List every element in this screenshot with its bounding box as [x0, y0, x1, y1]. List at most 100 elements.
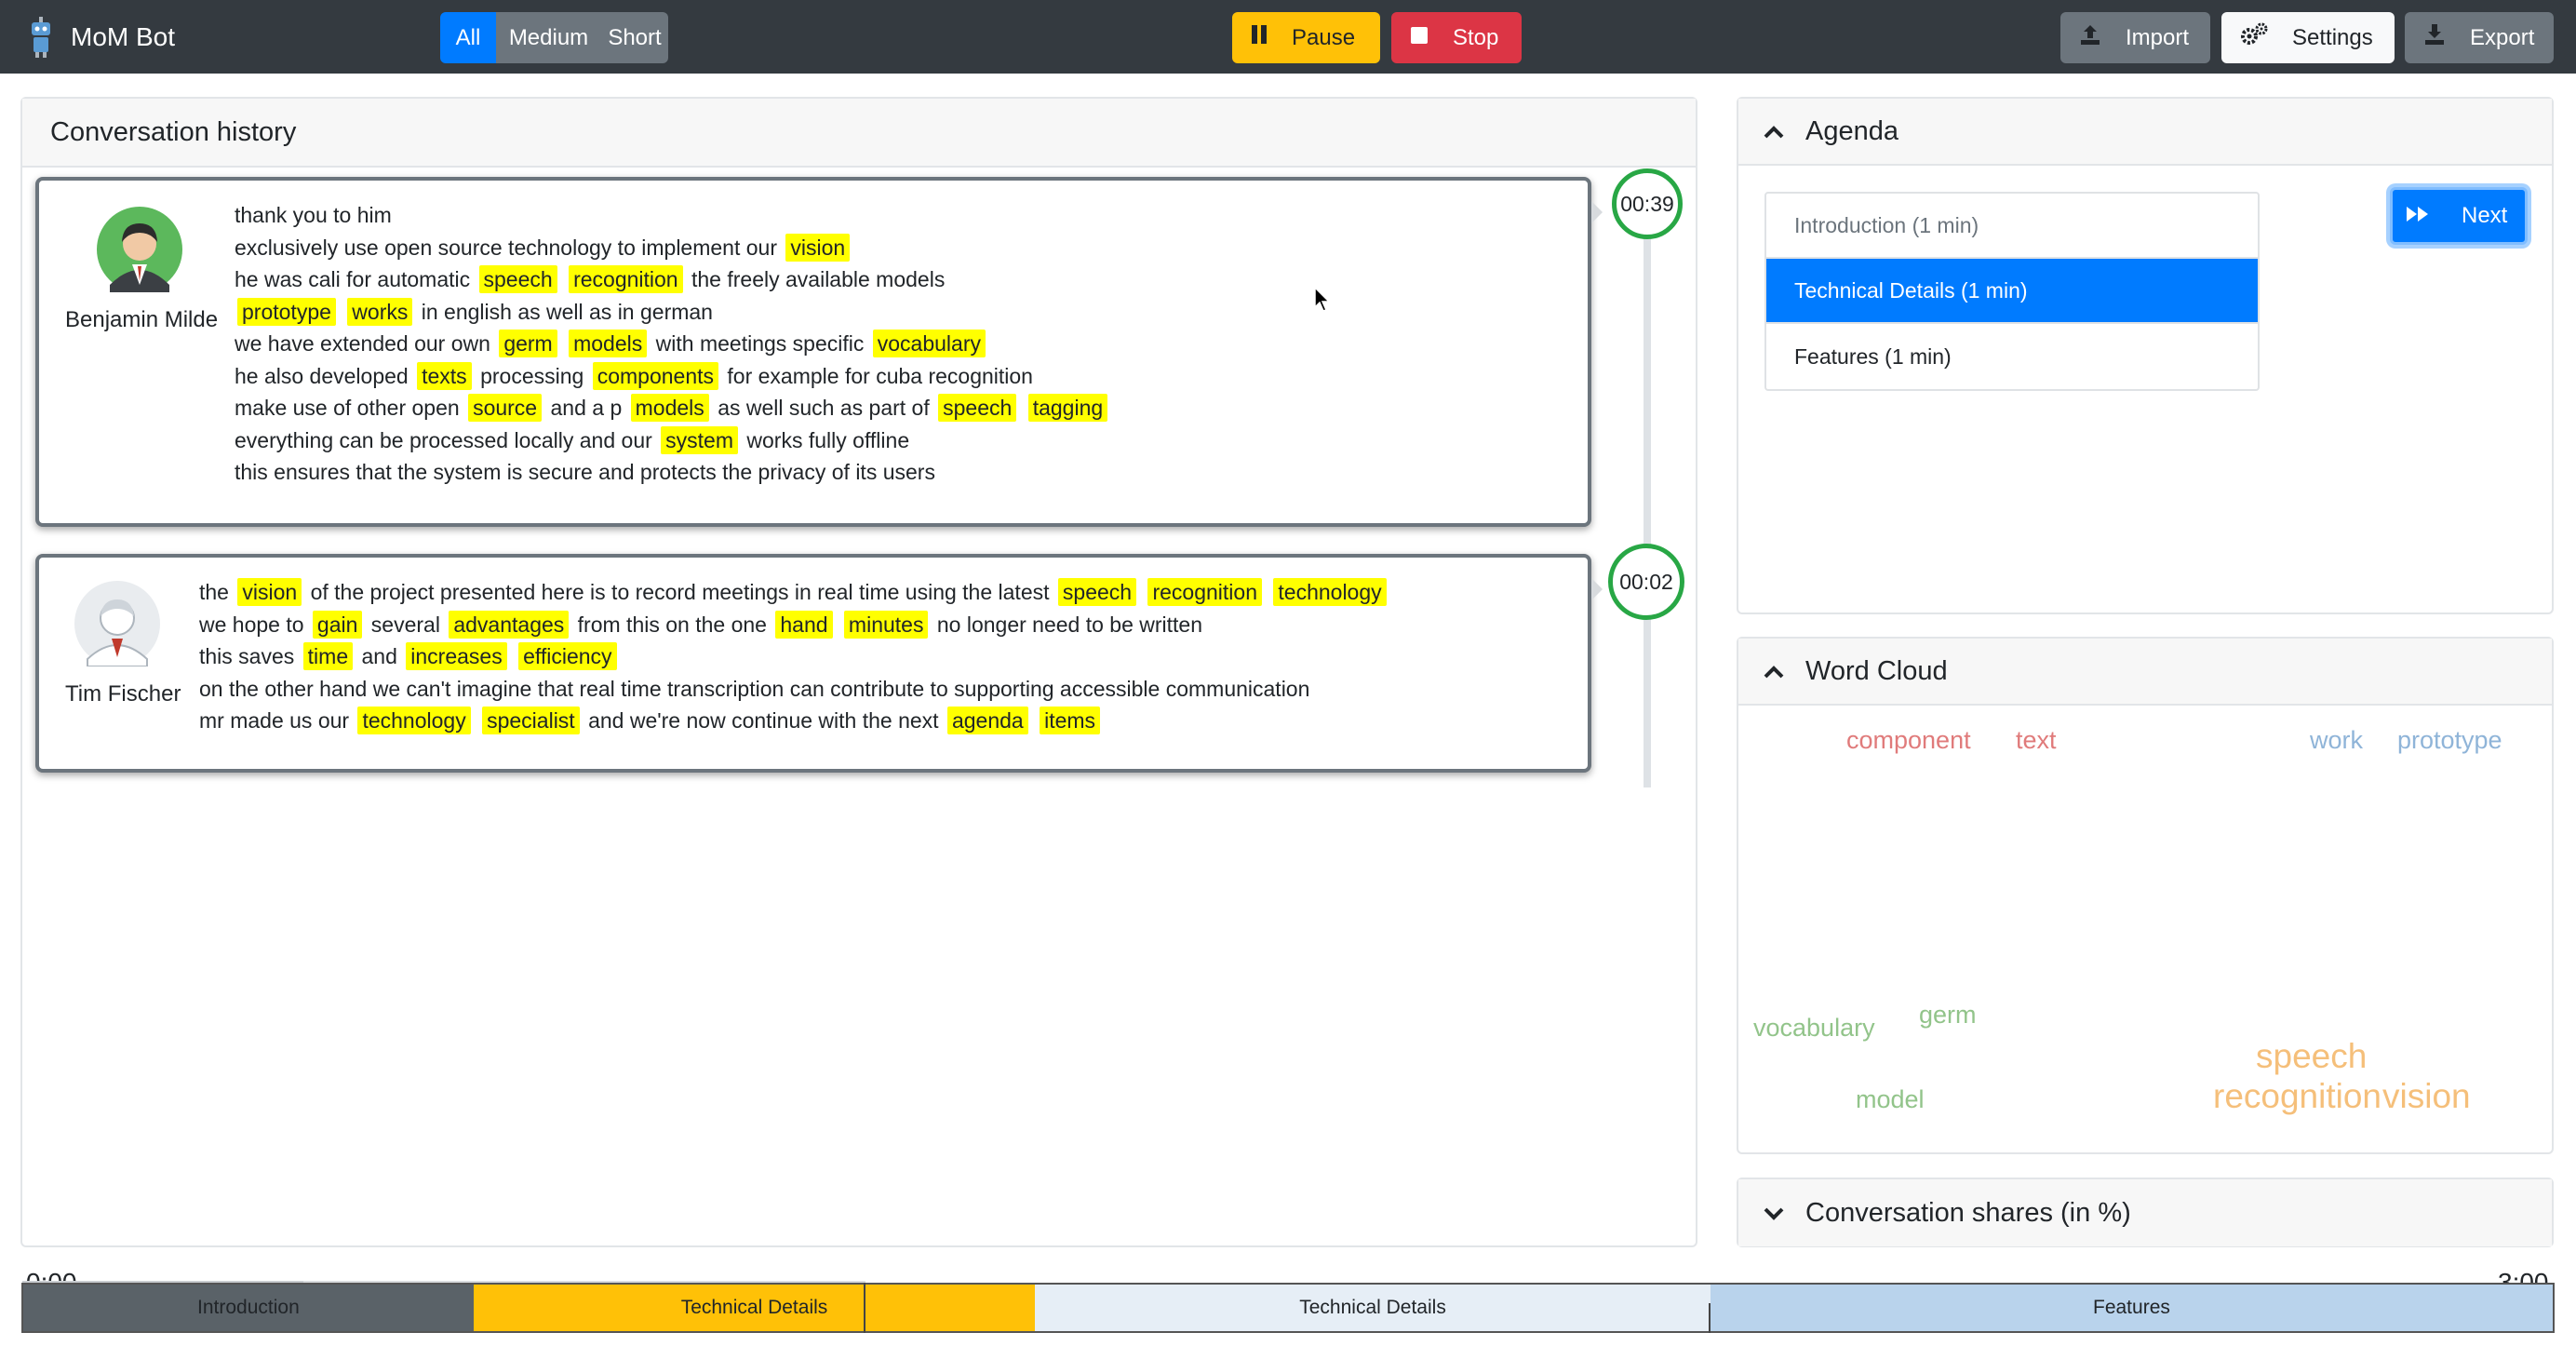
message-line: we have extended our own germ models wit…: [235, 328, 1110, 360]
message-line: he was cali for automatic speech recogni…: [235, 263, 1110, 296]
message-line: mr made us our technology specialist and…: [199, 705, 1389, 737]
speaker-name: Benjamin Milde: [65, 307, 219, 332]
conversation-shares-header[interactable]: Conversation shares (in %): [1738, 1179, 2552, 1246]
stop-button[interactable]: Stop: [1391, 12, 1522, 63]
message-text-fragment: no longer need to be written: [936, 612, 1203, 637]
filter-short-button[interactable]: Short: [601, 12, 668, 63]
word-cloud-word[interactable]: component: [1846, 726, 1971, 755]
keyword-highlight: prototype: [237, 297, 336, 326]
message-text-fragment: of the project presented here is to reco…: [310, 580, 1050, 604]
agenda-item-features[interactable]: Features (1 min): [1766, 324, 2258, 389]
keyword-highlight: speech: [478, 265, 557, 293]
message-text-fragment: works fully offline: [746, 427, 910, 452]
message-text-fragment: we have extended our own: [235, 331, 490, 356]
keyword-highlight: recognition: [569, 265, 683, 293]
keyword-highlight: agenda: [946, 707, 1028, 734]
timeline-segment[interactable]: Features: [1710, 1285, 2553, 1331]
message-text-fragment: everything can be processed locally and …: [235, 427, 652, 452]
message-line: this saves time and increases efficiency: [199, 640, 1389, 673]
keyword-highlight: minutes: [843, 610, 929, 639]
message-text-fragment: make use of other open: [235, 396, 460, 420]
brand[interactable]: MoM Bot: [28, 16, 175, 59]
message-timestamp: 00:39: [1612, 168, 1683, 239]
message-text-fragment: several: [370, 612, 440, 637]
word-cloud-word[interactable]: vision: [2382, 1077, 2471, 1116]
message-text-fragment: from this on the one: [577, 612, 767, 637]
agenda-item-introduction[interactable]: Introduction (1 min): [1766, 194, 2258, 259]
length-filter-group: All Medium Short: [440, 12, 668, 63]
message-line: on the other hand we can't imagine that …: [199, 673, 1389, 706]
keyword-highlight: technology: [1273, 578, 1387, 606]
meeting-timeline: Introduction Technical Details Technical D…: [21, 1283, 2555, 1333]
keyword-highlight: efficiency: [518, 642, 617, 670]
keyword-highlight: time: [302, 642, 354, 670]
download-icon: [2423, 23, 2446, 52]
conversation-history-title: Conversation history: [22, 99, 1696, 168]
agenda-item-technical-details[interactable]: Technical Details (1 min): [1766, 259, 2258, 324]
keyword-highlight: items: [1040, 707, 1101, 734]
message-line: prototype works in english as well as in…: [235, 296, 1110, 329]
word-cloud-header[interactable]: Word Cloud: [1738, 639, 2552, 706]
export-button[interactable]: Export: [2405, 12, 2554, 63]
message-line: he also developed texts processing compo…: [235, 360, 1110, 393]
message-text-fragment: he was cali for automatic: [235, 267, 471, 291]
import-label: Import: [2126, 24, 2190, 50]
word-cloud-word[interactable]: germ: [1919, 1001, 1977, 1030]
chevron-up-icon: [1763, 116, 1785, 147]
keyword-highlight: hand: [775, 610, 833, 639]
keyword-highlight: recognition: [1147, 578, 1262, 606]
keyword-highlight: vision: [237, 578, 302, 606]
message-line: exclusively use open source technology t…: [235, 232, 1110, 264]
upload-icon: [2079, 23, 2101, 52]
agenda-header[interactable]: Agenda: [1738, 99, 2552, 166]
keyword-highlight: speech: [938, 394, 1017, 422]
fast-forward-icon: [2406, 203, 2430, 229]
import-button[interactable]: Import: [2060, 12, 2210, 63]
filter-all-button[interactable]: All: [440, 12, 496, 63]
word-cloud-word[interactable]: vocabulary: [1753, 1014, 1875, 1043]
message-text-fragment: thank you to him: [235, 203, 392, 227]
keyword-highlight: models: [630, 394, 709, 422]
conversation-shares-card: Conversation shares (in %): [1737, 1178, 2554, 1247]
timeline-segment[interactable]: Introduction: [23, 1285, 474, 1331]
keyword-highlight: technology: [357, 707, 471, 734]
message-text-fragment: processing: [480, 363, 584, 388]
word-cloud-word[interactable]: model: [1856, 1085, 1925, 1114]
word-cloud-word[interactable]: prototype: [2397, 726, 2502, 755]
word-cloud-word[interactable]: speech: [2256, 1037, 2367, 1076]
avatar: [97, 207, 182, 297]
settings-button[interactable]: Settings: [2221, 12, 2395, 63]
chevron-down-icon: [1763, 1198, 1785, 1229]
keyword-highlight: gain: [312, 610, 363, 639]
word-cloud-word[interactable]: recognition: [2213, 1077, 2381, 1116]
stop-label: Stop: [1453, 24, 1499, 50]
message-timeline-track: [1644, 203, 1651, 787]
message-text-fragment: in english as well as in german: [421, 299, 713, 324]
keyword-highlight: germ: [499, 330, 557, 357]
message-card: Benjamin Milde thank you to him exclusiv…: [35, 177, 1603, 527]
filter-medium-button[interactable]: Medium: [496, 12, 601, 63]
keyword-highlight: works: [347, 297, 413, 326]
message-line: this ensures that the system is secure a…: [235, 456, 1110, 489]
word-cloud-word[interactable]: text: [2016, 726, 2057, 755]
conversation-shares-title: Conversation shares (in %): [1805, 1197, 2131, 1228]
timeline-segment[interactable]: Technical Details: [1035, 1285, 1711, 1331]
pause-icon: [1251, 24, 1268, 51]
pause-button[interactable]: Pause: [1232, 12, 1380, 63]
message-text-fragment: exclusively use open source technology t…: [235, 235, 777, 260]
word-cloud-word[interactable]: work: [2310, 726, 2363, 755]
message-line: the vision of the project presented here…: [199, 576, 1389, 609]
message-timestamp: 00:02: [1608, 544, 1684, 620]
message-line: thank you to him: [235, 199, 1110, 232]
timeline-segment[interactable]: Technical Details: [473, 1285, 1036, 1331]
robot-logo-icon: [28, 17, 54, 58]
agenda-list: Introduction (1 min) Technical Details (…: [1764, 192, 2260, 391]
next-label: Next: [2462, 203, 2508, 228]
message-text-fragment: on the other hand we can't imagine that …: [199, 676, 1310, 701]
gears-icon: [2240, 22, 2268, 53]
next-agenda-button[interactable]: Next: [2390, 187, 2528, 245]
stop-icon: [1410, 25, 1429, 51]
keyword-highlight: speech: [1057, 578, 1137, 606]
keyword-highlight: vocabulary: [872, 330, 986, 357]
message-text-fragment: and: [361, 644, 397, 668]
